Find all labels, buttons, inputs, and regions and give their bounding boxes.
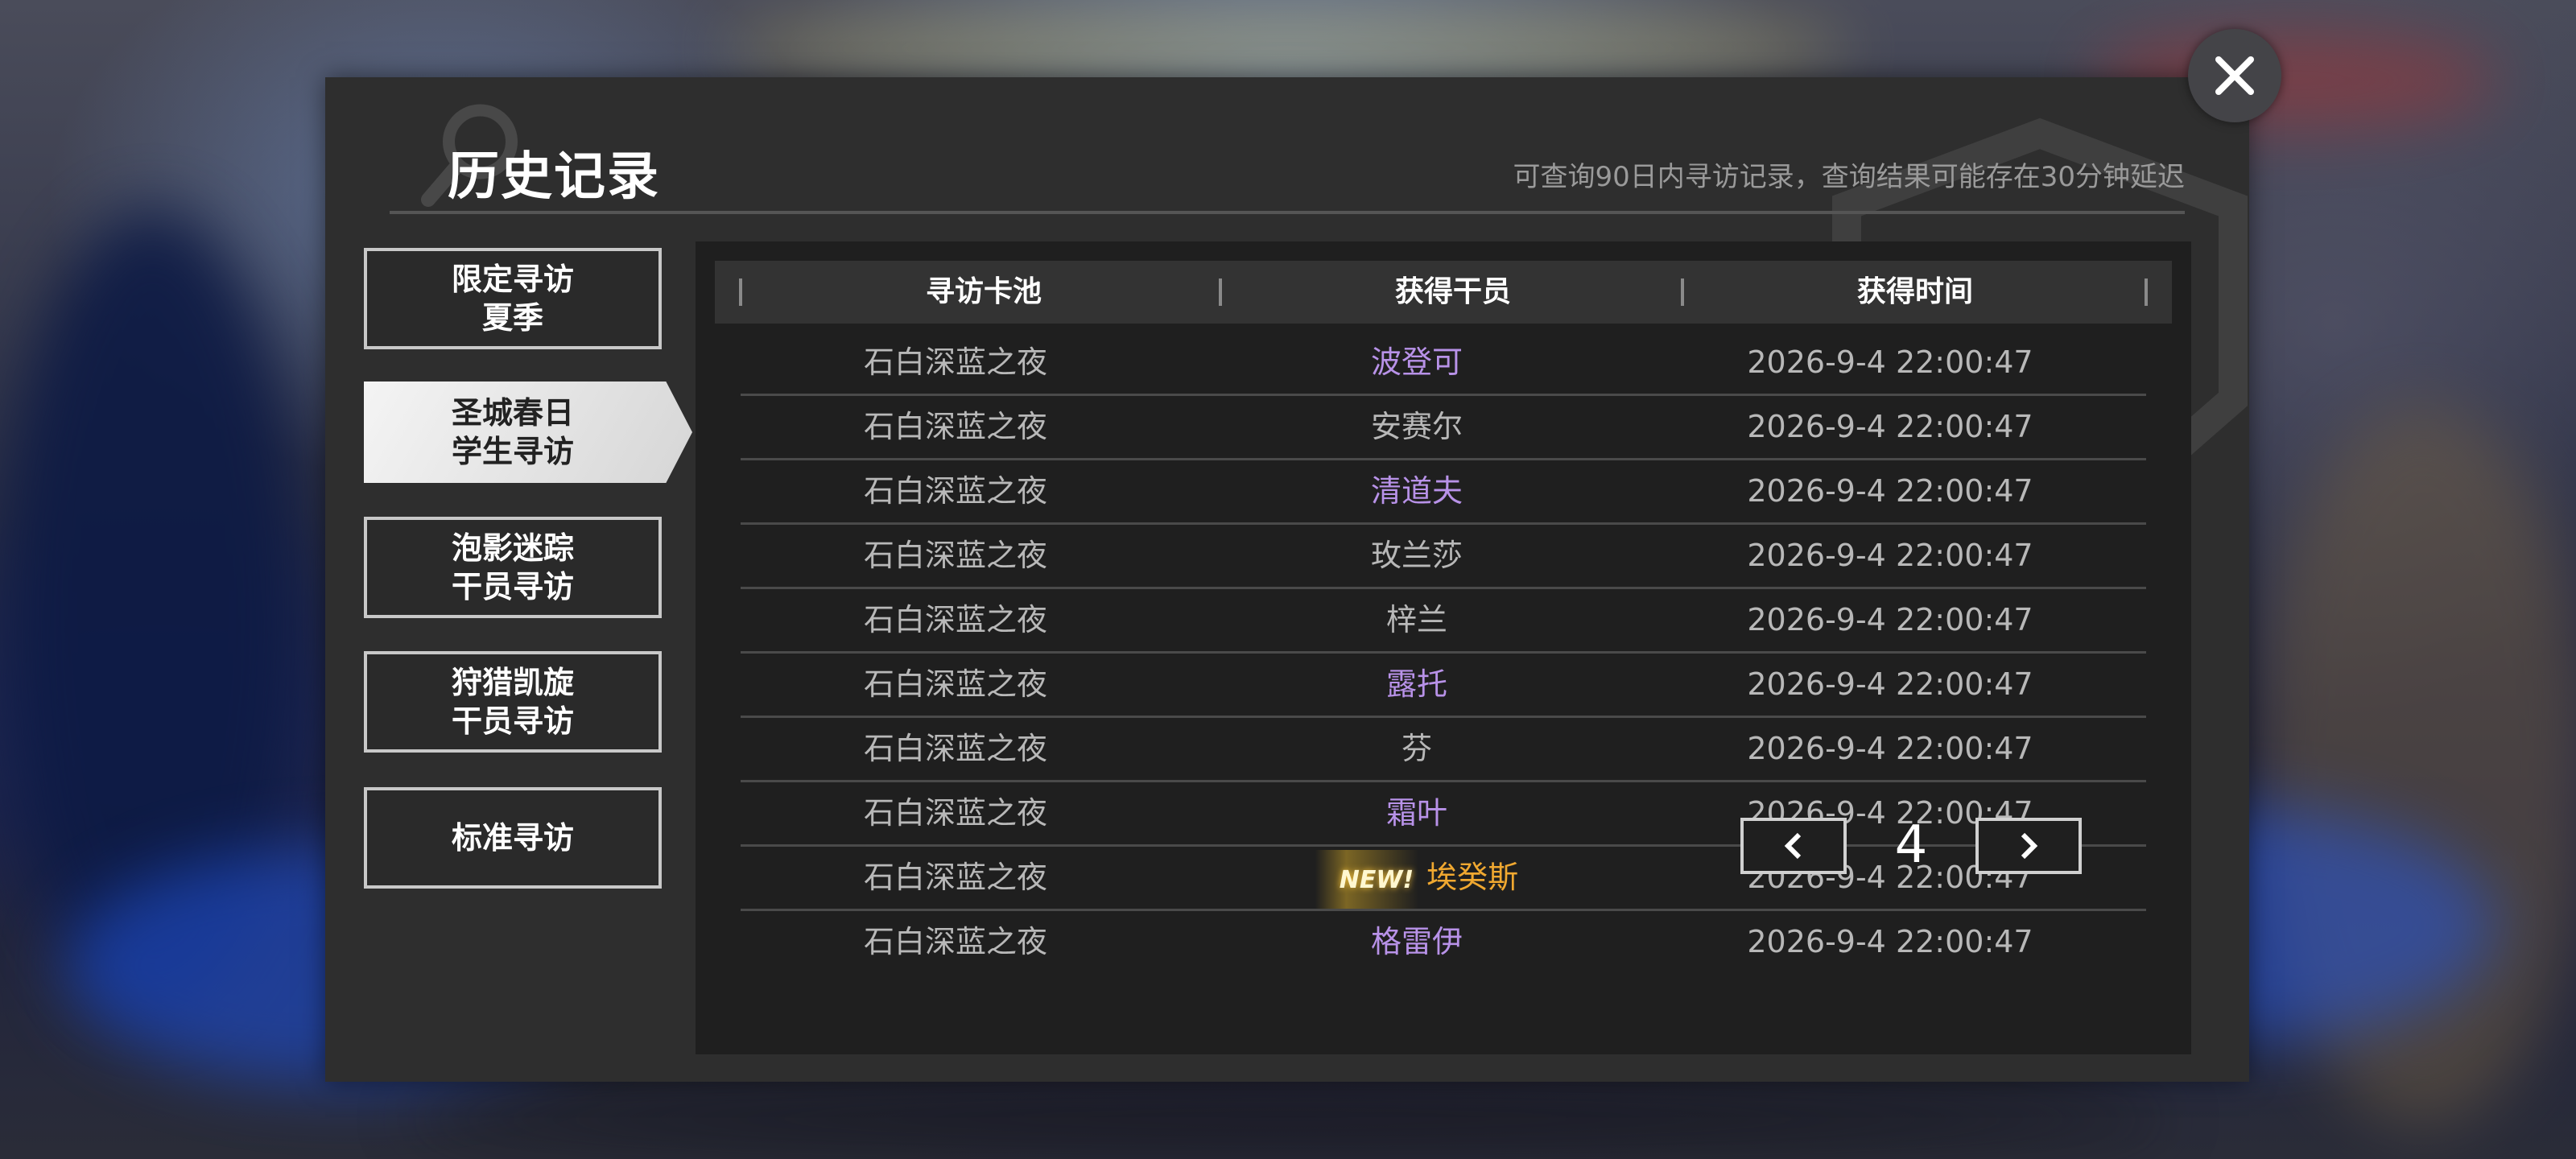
time-cell: 2026-9-4 22:00:47 xyxy=(1747,602,2033,637)
operator-cell: 清道夫 xyxy=(1370,473,1463,509)
pool-cell: 石白深蓝之夜 xyxy=(863,344,1047,380)
operator-cell: 安赛尔 xyxy=(1370,409,1463,444)
time-cell: 2026-9-4 22:00:47 xyxy=(1747,409,2033,444)
history-dialog: 历史记录 可查询90日内寻访记录，查询结果可能存在30分钟延迟 限定寻访 夏季 … xyxy=(325,77,2249,1082)
table-row: 石白深蓝之夜 格雷伊 2026-9-4 22:00:47 xyxy=(741,911,2146,975)
pool-cell: 石白深蓝之夜 xyxy=(863,666,1047,702)
operator-cell: 露托 xyxy=(1385,666,1447,702)
table-row: 石白深蓝之夜 安赛尔 2026-9-4 22:00:47 xyxy=(741,396,2146,460)
close-button[interactable] xyxy=(2188,29,2281,122)
pool-cell: 石白深蓝之夜 xyxy=(863,731,1047,766)
operator-cell: 霜叶 xyxy=(1385,795,1447,831)
header-separator xyxy=(2145,278,2148,306)
query-note: 可查询90日内寻访记录，查询结果可能存在30分钟延迟 xyxy=(1513,161,2185,193)
time-cell: 2026-9-4 22:00:47 xyxy=(1747,924,2033,959)
pool-cell: 石白深蓝之夜 xyxy=(863,602,1047,637)
pool-cell: 石白深蓝之夜 xyxy=(863,924,1047,959)
title-divider xyxy=(390,211,2185,214)
pool-cell: 石白深蓝之夜 xyxy=(863,473,1047,509)
next-page-button[interactable] xyxy=(1975,818,2082,874)
prev-page-button[interactable] xyxy=(1740,818,1847,874)
history-table-area: 寻访卡池 获得干员 获得时间 石白深蓝之夜 波登可 2026-9-4 22:00… xyxy=(696,241,2191,1054)
page-number: 4 xyxy=(1894,815,1928,875)
table-row: 石白深蓝之夜 梓兰 2026-9-4 22:00:47 xyxy=(741,589,2146,654)
table-row: 石白深蓝之夜 清道夫 2026-9-4 22:00:47 xyxy=(741,460,2146,525)
table-header: 寻访卡池 获得干员 获得时间 xyxy=(715,261,2172,324)
header-operator: 获得干员 xyxy=(1394,275,1511,308)
time-cell: 2026-9-4 22:00:47 xyxy=(1747,666,2033,702)
time-cell: 2026-9-4 22:00:47 xyxy=(1747,538,2033,573)
chevron-right-icon xyxy=(2021,832,2038,860)
operator-cell: 波登可 xyxy=(1370,344,1463,380)
chevron-left-icon xyxy=(1784,832,1802,860)
table-row: 石白深蓝之夜 波登可 2026-9-4 22:00:47 xyxy=(741,332,2146,396)
close-icon xyxy=(2215,56,2254,95)
pool-cell: 石白深蓝之夜 xyxy=(863,409,1047,444)
time-cell: 2026-9-4 22:00:47 xyxy=(1747,731,2033,766)
sidebar-item-hunting-triumph[interactable]: 狩猎凯旋 干员寻访 xyxy=(364,651,662,753)
operator-cell: 玫兰莎 xyxy=(1370,538,1463,573)
time-cell: 2026-9-4 22:00:47 xyxy=(1747,473,2033,509)
operator-cell: NEW! 埃癸斯 xyxy=(1191,847,1642,911)
sidebar-item-limited-summer[interactable]: 限定寻访 夏季 xyxy=(364,248,662,349)
operator-cell: 芬 xyxy=(1401,731,1432,766)
sidebar-item-standard[interactable]: 标准寻访 xyxy=(364,787,662,889)
table-row: 石白深蓝之夜 玫兰莎 2026-9-4 22:00:47 xyxy=(741,525,2146,589)
sidebar-item-holy-city-spring[interactable]: 圣城春日 学生寻访 xyxy=(364,382,692,483)
sidebar-item-bubble-shadow[interactable]: 泡影迷踪 干员寻访 xyxy=(364,517,662,618)
page-title: 历史记录 xyxy=(448,147,660,207)
pool-cell: 石白深蓝之夜 xyxy=(863,795,1047,831)
new-badge: NEW! xyxy=(1315,850,1419,911)
header-pool: 寻访卡池 xyxy=(925,275,1042,308)
table-row: 石白深蓝之夜 露托 2026-9-4 22:00:47 xyxy=(741,654,2146,718)
pool-cell: 石白深蓝之夜 xyxy=(863,538,1047,573)
header-time: 获得时间 xyxy=(1856,275,1973,308)
time-cell: 2026-9-4 22:00:47 xyxy=(1747,344,2033,380)
operator-cell: 梓兰 xyxy=(1385,602,1447,637)
pool-cell: 石白深蓝之夜 xyxy=(863,860,1047,895)
table-row: 石白深蓝之夜 芬 2026-9-4 22:00:47 xyxy=(741,718,2146,782)
operator-name: 埃癸斯 xyxy=(1426,860,1519,895)
operator-cell: 格雷伊 xyxy=(1370,924,1463,959)
